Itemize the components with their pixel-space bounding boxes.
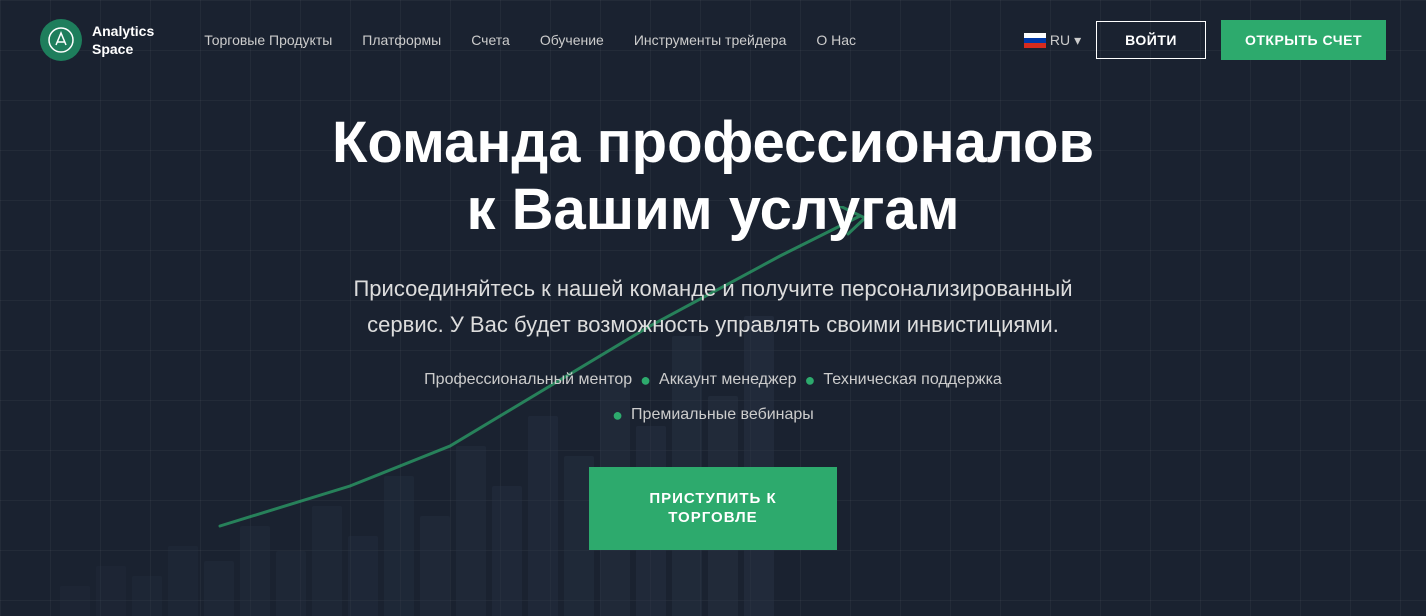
feature-2: Аккаунт менеджер — [659, 371, 796, 389]
nav-trading-products[interactable]: Торговые Продукты — [204, 32, 332, 48]
hero-features: Профессиональный ментор ● Аккаунт менедж… — [20, 370, 1406, 432]
chart-bar — [60, 586, 90, 616]
nav-right: RU ▾ ВОЙТИ ОТКРЫТЬ СЧЕТ — [1024, 20, 1386, 60]
feature-row-2: ● Премиальные вебинары — [20, 405, 1406, 426]
flag-icon — [1024, 33, 1046, 48]
nav-platforms[interactable]: Платформы — [362, 32, 441, 48]
nav-education[interactable]: Обучение — [540, 32, 604, 48]
feature-3: Техническая поддержка — [823, 371, 1001, 389]
navbar: Analytics Space Торговые Продукты Платфо… — [0, 0, 1426, 80]
feature-row-1: Профессиональный ментор ● Аккаунт менедж… — [20, 370, 1406, 391]
logo-svg-icon — [48, 27, 74, 53]
cta-line1: ПРИСТУПИТЬ К — [649, 490, 776, 507]
cta-line2: ТОРГОВЛЕ — [668, 509, 757, 526]
lang-label: RU — [1050, 32, 1070, 48]
feature-dot-2: ● — [805, 370, 816, 391]
feature-dot-3: ● — [612, 405, 623, 426]
hero-title-line1: Команда профессионалов — [332, 110, 1094, 175]
start-trading-button[interactable]: ПРИСТУПИТЬ К ТОРГОВЛЕ — [589, 467, 836, 550]
chevron-down-icon: ▾ — [1074, 32, 1081, 49]
feature-dot-1: ● — [640, 370, 651, 391]
logo-text: Analytics Space — [92, 22, 154, 58]
hero-title-line2: к Вашим услугам — [466, 177, 959, 242]
nav-links: Торговые Продукты Платформы Счета Обучен… — [204, 32, 1024, 48]
logo-line1: Analytics — [92, 22, 154, 40]
language-selector[interactable]: RU ▾ — [1024, 32, 1081, 49]
nav-trader-tools[interactable]: Инструменты трейдера — [634, 32, 787, 48]
hero-section: Команда профессионалов к Вашим услугам П… — [0, 80, 1426, 590]
open-account-button[interactable]: ОТКРЫТЬ СЧЕТ — [1221, 20, 1386, 60]
hero-title: Команда профессионалов к Вашим услугам — [20, 110, 1406, 243]
feature-4: Премиальные вебинары — [631, 406, 814, 424]
logo[interactable]: Analytics Space — [40, 19, 154, 61]
hero-subtitle: Присоединяйтесь к нашей команде и получи… — [333, 271, 1093, 341]
logo-line2: Space — [92, 40, 154, 58]
login-button[interactable]: ВОЙТИ — [1096, 21, 1206, 59]
nav-accounts[interactable]: Счета — [471, 32, 510, 48]
nav-about[interactable]: О Нас — [816, 32, 856, 48]
logo-icon — [40, 19, 82, 61]
feature-1: Профессиональный ментор — [424, 371, 632, 389]
